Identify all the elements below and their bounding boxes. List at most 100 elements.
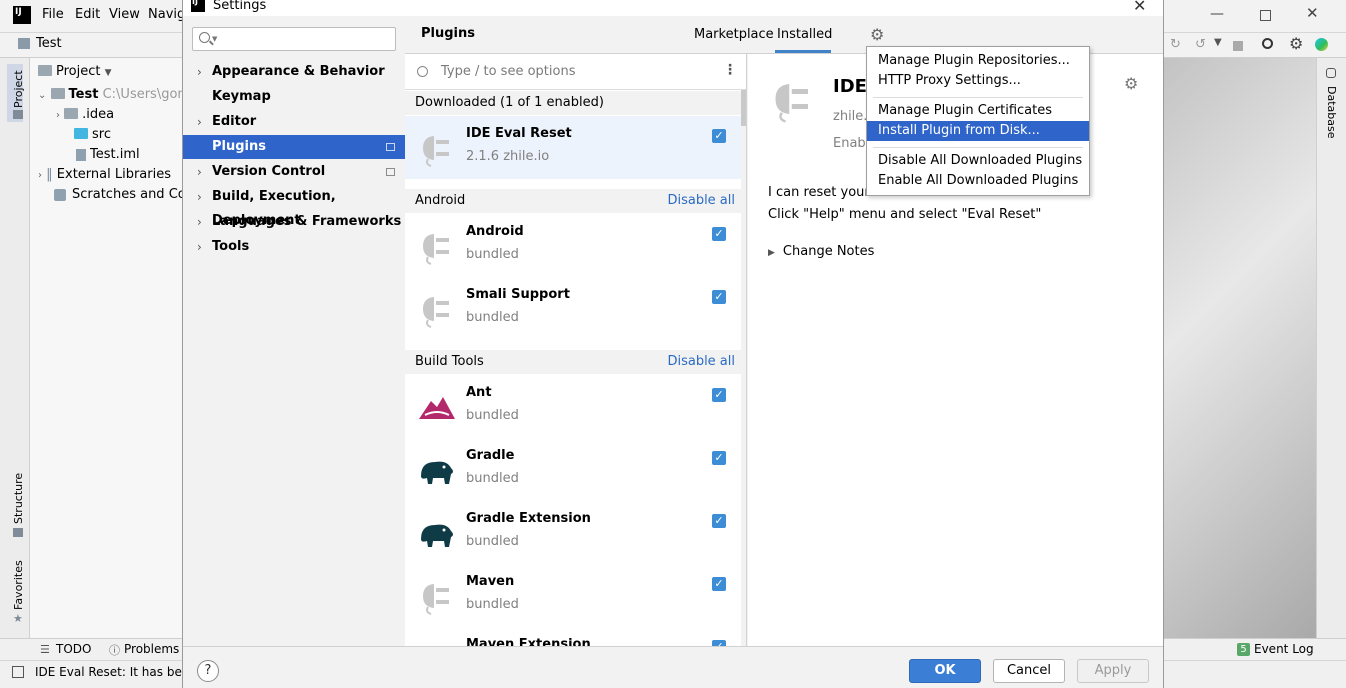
- menu-enable-all-downloaded[interactable]: Enable All Downloaded Plugins: [867, 171, 1089, 191]
- nav-tools[interactable]: › Tools: [183, 235, 405, 259]
- menu-file[interactable]: File: [42, 7, 64, 22]
- nav-version-control[interactable]: › Version Control: [183, 160, 405, 184]
- tree-item-scratches[interactable]: Scratches and Con: [54, 187, 194, 202]
- dialog-footer: ? OK Cancel Apply: [183, 646, 1163, 688]
- plugin-enabled-checkbox[interactable]: ✓: [712, 227, 726, 241]
- plugin-item-gradle[interactable]: Gradle bundled ✓: [405, 438, 741, 501]
- maximize-icon[interactable]: [1260, 10, 1271, 21]
- todo-icon: ☰: [40, 643, 50, 656]
- editor-background: [1164, 58, 1316, 638]
- project-breadcrumb[interactable]: Test: [36, 36, 62, 51]
- structure-tool-tab[interactable]: Structure: [12, 473, 25, 524]
- tab-marketplace[interactable]: Marketplace: [694, 27, 774, 42]
- help-button[interactable]: ?: [197, 660, 219, 682]
- plugin-enabled-checkbox[interactable]: ✓: [712, 577, 726, 591]
- tree-item-iml[interactable]: Test.iml: [76, 147, 140, 162]
- plugin-item-ide-eval-reset[interactable]: IDE Eval Reset 2.1.6 zhile.io ✓: [405, 116, 741, 179]
- plugin-search-input[interactable]: Type / to see options ⋮: [405, 54, 746, 90]
- menu-manage-plugin-repositories[interactable]: Manage Plugin Repositories...: [867, 51, 1089, 71]
- source-folder-icon: [74, 128, 88, 139]
- plugin-list-scrollbar[interactable]: [741, 90, 746, 646]
- window-close-icon[interactable]: ✕: [1306, 4, 1319, 22]
- apply-button[interactable]: Apply: [1077, 659, 1149, 683]
- menu-edit[interactable]: Edit: [75, 7, 100, 22]
- nav-plugins[interactable]: Plugins: [183, 135, 405, 159]
- detail-plugin-name: IDE: [833, 76, 867, 97]
- more-options-icon[interactable]: ⋮: [723, 62, 737, 78]
- intellij-logo-icon: IJ: [13, 6, 31, 24]
- ok-button[interactable]: OK: [909, 659, 981, 683]
- plugin-bundled: bundled: [466, 471, 519, 486]
- debug-icon[interactable]: ↺: [1195, 37, 1206, 52]
- plugin-plug-icon: [423, 297, 449, 328]
- menu-navigate[interactable]: Navig: [148, 7, 185, 22]
- plugin-enabled-checkbox[interactable]: ✓: [712, 514, 726, 528]
- plugin-name: Maven: [466, 574, 515, 589]
- status-toggle-icon[interactable]: [12, 666, 24, 678]
- plugin-enabled-checkbox[interactable]: ✓: [712, 129, 726, 143]
- minimize-icon[interactable]: —: [1210, 6, 1224, 22]
- detail-enable-button[interactable]: Enabl: [833, 136, 869, 151]
- project-tool-tab[interactable]: Project: [12, 70, 25, 108]
- detail-gear-icon[interactable]: ⚙: [1124, 74, 1138, 93]
- dialog-title: Settings: [213, 0, 267, 13]
- folder-icon: [50, 88, 65, 99]
- menu-view[interactable]: View: [109, 7, 140, 22]
- plugins-gear-icon[interactable]: ⚙: [870, 25, 884, 44]
- tree-root[interactable]: ⌄ Test C:\Users\gon: [38, 87, 186, 102]
- plugin-name: Android: [466, 224, 524, 239]
- plugin-item-maven[interactable]: Maven bundled ✓: [405, 564, 741, 627]
- tree-item-idea[interactable]: › .idea: [56, 107, 114, 122]
- change-notes-toggle[interactable]: ▶ Change Notes: [768, 244, 874, 259]
- tree-item-src[interactable]: src: [74, 127, 111, 142]
- build-tools-disable-all-link[interactable]: Disable all: [667, 350, 735, 374]
- run-icon[interactable]: ↻: [1170, 37, 1181, 52]
- plugin-plug-icon: [423, 136, 449, 167]
- nav-editor[interactable]: › Editor: [183, 110, 405, 134]
- toolbox-icon[interactable]: [1315, 38, 1328, 51]
- scrollbar-thumb[interactable]: [741, 90, 746, 126]
- tab-installed[interactable]: Installed: [777, 27, 832, 42]
- plugin-enabled-checkbox[interactable]: ✓: [712, 451, 726, 465]
- plugin-enabled-checkbox[interactable]: ✓: [712, 290, 726, 304]
- tree-item-external-libraries[interactable]: › ‖ External Libraries: [38, 167, 171, 182]
- cancel-button[interactable]: Cancel: [993, 659, 1065, 683]
- menu-manage-plugin-certificates[interactable]: Manage Plugin Certificates: [867, 101, 1089, 121]
- plugin-plug-icon: [775, 84, 808, 123]
- stop-icon[interactable]: [1233, 41, 1243, 51]
- run-dropdown-icon[interactable]: ▼: [1214, 37, 1222, 48]
- settings-gear-icon[interactable]: ⚙: [1289, 34, 1303, 53]
- search-everywhere-icon[interactable]: [1262, 38, 1273, 49]
- nav-appearance-behavior[interactable]: › Appearance & Behavior: [183, 60, 405, 84]
- plugin-plug-icon: [417, 639, 457, 646]
- favorites-tool-tab[interactable]: Favorites: [12, 560, 25, 610]
- android-disable-all-link[interactable]: Disable all: [667, 189, 735, 213]
- plugin-item-smali-support[interactable]: Smali Support bundled ✓: [405, 277, 741, 340]
- plugin-item-gradle-extension[interactable]: Gradle Extension bundled ✓: [405, 501, 741, 564]
- plugin-bundled: bundled: [466, 408, 519, 423]
- plugin-item-android[interactable]: Android bundled ✓: [405, 214, 741, 277]
- plugin-enabled-checkbox[interactable]: ✓: [712, 388, 726, 402]
- event-log-tab[interactable]: Event Log: [1254, 642, 1314, 656]
- plugin-item-maven-extension[interactable]: Maven Extension ✓: [405, 627, 741, 646]
- settings-search-input[interactable]: ▼: [192, 27, 396, 51]
- problems-tab[interactable]: Problems: [124, 642, 179, 656]
- nav-keymap[interactable]: Keymap: [183, 85, 405, 109]
- project-pane-title[interactable]: Project: [56, 64, 100, 79]
- menu-http-proxy-settings[interactable]: HTTP Proxy Settings...: [867, 71, 1089, 91]
- menu-disable-all-downloaded[interactable]: Disable All Downloaded Plugins: [867, 151, 1089, 171]
- nav-languages-frameworks[interactable]: › Languages & Frameworks: [183, 210, 405, 234]
- database-tool-tab[interactable]: Database: [1325, 86, 1338, 139]
- plugin-item-ant[interactable]: Ant bundled ✓: [405, 375, 741, 438]
- status-message: IDE Eval Reset: It has bee: [35, 665, 190, 679]
- active-tab-indicator: [775, 50, 831, 53]
- nav-build-execution-deployment[interactable]: › Build, Execution, Deployment: [183, 185, 405, 228]
- project-view-dropdown-icon[interactable]: ▼: [105, 68, 112, 78]
- intellij-dialog-icon: IJ: [191, 0, 205, 12]
- menu-install-plugin-from-disk[interactable]: Install Plugin from Disk...: [867, 121, 1089, 141]
- todo-tab[interactable]: TODO: [56, 642, 91, 656]
- project-pane: Project ▼ ⌄ Test C:\Users\gon › .idea sr…: [30, 58, 194, 638]
- right-tool-strip: Database: [1316, 58, 1346, 638]
- plugin-version-vendor: 2.1.6 zhile.io: [466, 149, 550, 164]
- dialog-close-icon[interactable]: ✕: [1133, 0, 1146, 15]
